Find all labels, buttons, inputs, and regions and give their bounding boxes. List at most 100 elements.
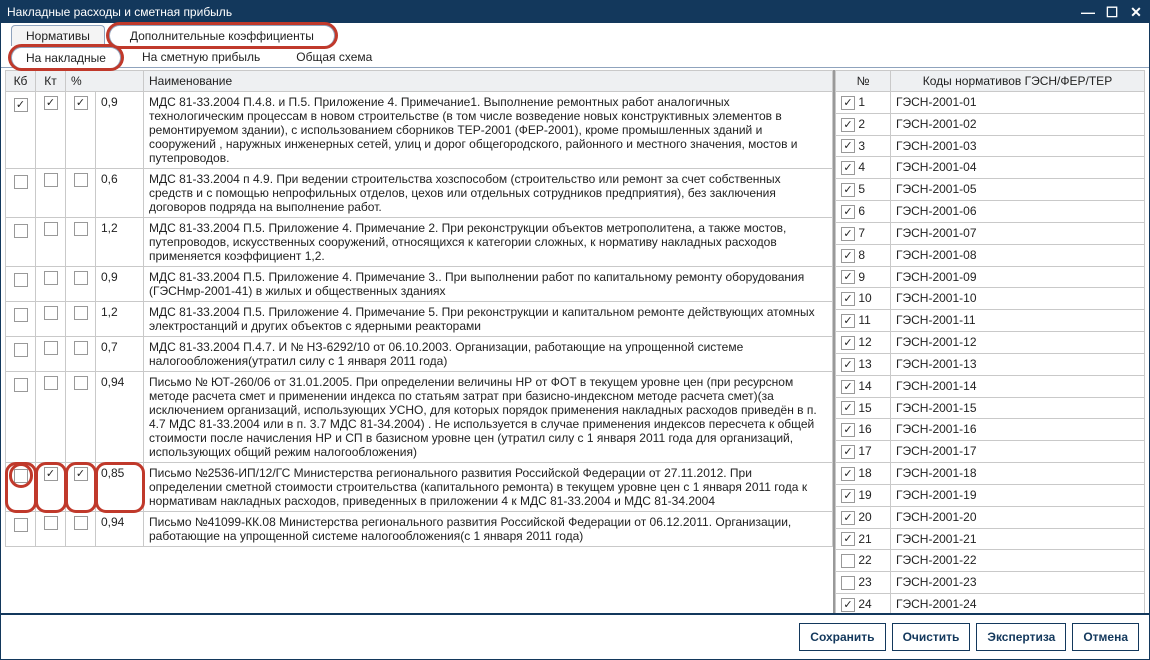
- clear-button[interactable]: Очистить: [892, 623, 971, 651]
- expertise-button[interactable]: Экспертиза: [976, 623, 1066, 651]
- kb-checkbox[interactable]: [14, 469, 28, 483]
- kb-checkbox[interactable]: [14, 224, 28, 238]
- code-row[interactable]: ✓ 17ГЭСН-2001-17: [836, 441, 1145, 463]
- code-checkbox[interactable]: ✓: [841, 249, 855, 263]
- code-row[interactable]: ✓ 14ГЭСН-2001-14: [836, 375, 1145, 397]
- kt-checkbox[interactable]: [44, 306, 58, 320]
- kt-checkbox[interactable]: [44, 516, 58, 530]
- coeff-row[interactable]: 1,2МДС 81-33.2004 П.5. Приложение 4. При…: [6, 302, 833, 337]
- pct-checkbox[interactable]: [74, 341, 88, 355]
- code-row[interactable]: ✓ 3ГЭСН-2001-03: [836, 135, 1145, 157]
- code-checkbox[interactable]: [841, 576, 855, 590]
- code-checkbox[interactable]: ✓: [841, 358, 855, 372]
- code-row[interactable]: ✓ 9ГЭСН-2001-09: [836, 266, 1145, 288]
- code-checkbox[interactable]: ✓: [841, 205, 855, 219]
- column-header-name[interactable]: Наименование: [144, 71, 833, 92]
- coeff-row[interactable]: ✓✓✓0,9МДС 81-33.2004 П.4.8. и П.5. Прило…: [6, 92, 833, 169]
- pct-checkbox[interactable]: [74, 376, 88, 390]
- coeff-row[interactable]: 1,2МДС 81-33.2004 П.5. Приложение 4. При…: [6, 218, 833, 267]
- pct-checkbox[interactable]: [74, 271, 88, 285]
- code-row[interactable]: ✓ 2ГЭСН-2001-02: [836, 113, 1145, 135]
- pct-checkbox[interactable]: ✓: [74, 96, 88, 110]
- column-header-percent[interactable]: %: [66, 71, 144, 92]
- code-checkbox[interactable]: ✓: [841, 467, 855, 481]
- code-checkbox[interactable]: ✓: [841, 292, 855, 306]
- column-header-kt[interactable]: Кт: [36, 71, 66, 92]
- code-checkbox[interactable]: ✓: [841, 380, 855, 394]
- code-checkbox[interactable]: ✓: [841, 401, 855, 415]
- kt-checkbox[interactable]: [44, 376, 58, 390]
- code-checkbox[interactable]: ✓: [841, 227, 855, 241]
- code-row[interactable]: ✓ 5ГЭСН-2001-05: [836, 179, 1145, 201]
- subtab-2[interactable]: Общая схема: [281, 46, 387, 67]
- code-checkbox[interactable]: ✓: [841, 511, 855, 525]
- cancel-button[interactable]: Отмена: [1072, 623, 1139, 651]
- coeff-row[interactable]: 0,7МДС 81-33.2004 П.4.7. И № НЗ-6292/10 …: [6, 337, 833, 372]
- tab-1[interactable]: Дополнительные коэффициенты: [109, 25, 335, 46]
- code-checkbox[interactable]: ✓: [841, 270, 855, 284]
- code-row[interactable]: ✓ 20ГЭСН-2001-20: [836, 506, 1145, 528]
- code-checkbox[interactable]: ✓: [841, 445, 855, 459]
- subtab-1[interactable]: На сметную прибыль: [127, 46, 275, 67]
- pct-checkbox[interactable]: [74, 173, 88, 187]
- coeff-row[interactable]: ✓✓0,85Письмо №2536-ИП/12/ГС Министерства…: [6, 463, 833, 512]
- code-checkbox[interactable]: ✓: [841, 489, 855, 503]
- kt-checkbox[interactable]: [44, 173, 58, 187]
- code-row[interactable]: ✓ 4ГЭСН-2001-04: [836, 157, 1145, 179]
- code-checkbox[interactable]: ✓: [841, 118, 855, 132]
- code-row[interactable]: ✓ 13ГЭСН-2001-13: [836, 353, 1145, 375]
- kb-checkbox[interactable]: ✓: [14, 98, 28, 112]
- coeff-row[interactable]: 0,9МДС 81-33.2004 П.5. Приложение 4. При…: [6, 267, 833, 302]
- kb-checkbox[interactable]: [14, 518, 28, 532]
- code-row[interactable]: ✓ 10ГЭСН-2001-10: [836, 288, 1145, 310]
- kb-checkbox[interactable]: [14, 343, 28, 357]
- kb-checkbox[interactable]: [14, 378, 28, 392]
- code-row[interactable]: ✓ 8ГЭСН-2001-08: [836, 244, 1145, 266]
- kt-checkbox[interactable]: ✓: [44, 96, 58, 110]
- code-checkbox[interactable]: ✓: [841, 336, 855, 350]
- subtab-0[interactable]: На накладные: [11, 47, 121, 68]
- kt-checkbox[interactable]: [44, 222, 58, 236]
- code-row[interactable]: ✓ 19ГЭСН-2001-19: [836, 484, 1145, 506]
- code-row[interactable]: ✓ 21ГЭСН-2001-21: [836, 528, 1145, 550]
- code-checkbox[interactable]: ✓: [841, 161, 855, 175]
- code-row[interactable]: 23ГЭСН-2001-23: [836, 572, 1145, 594]
- code-row[interactable]: ✓ 1ГЭСН-2001-01: [836, 92, 1145, 114]
- column-header-code[interactable]: Коды нормативов ГЭСН/ФЕР/ТЕР: [891, 71, 1145, 92]
- column-header-kb[interactable]: Кб: [6, 71, 36, 92]
- kb-checkbox[interactable]: [14, 308, 28, 322]
- save-button[interactable]: Сохранить: [799, 623, 885, 651]
- code-checkbox[interactable]: ✓: [841, 423, 855, 437]
- code-checkbox[interactable]: ✓: [841, 598, 855, 612]
- code-checkbox[interactable]: [841, 554, 855, 568]
- code-checkbox[interactable]: ✓: [841, 183, 855, 197]
- pct-checkbox[interactable]: ✓: [74, 467, 88, 481]
- code-row[interactable]: ✓ 24ГЭСН-2001-24: [836, 594, 1145, 613]
- code-row[interactable]: ✓ 11ГЭСН-2001-11: [836, 310, 1145, 332]
- code-row[interactable]: ✓ 16ГЭСН-2001-16: [836, 419, 1145, 441]
- coeff-row[interactable]: 0,6МДС 81-33.2004 п 4.9. При ведении стр…: [6, 169, 833, 218]
- code-row[interactable]: ✓ 15ГЭСН-2001-15: [836, 397, 1145, 419]
- code-row[interactable]: ✓ 18ГЭСН-2001-18: [836, 463, 1145, 485]
- coeff-row[interactable]: 0,94Письмо №41099-КК.08 Министерства рег…: [6, 512, 833, 547]
- code-checkbox[interactable]: ✓: [841, 96, 855, 110]
- kb-checkbox[interactable]: [14, 175, 28, 189]
- maximize-icon[interactable]: ☐: [1105, 5, 1119, 19]
- code-checkbox[interactable]: ✓: [841, 139, 855, 153]
- pct-checkbox[interactable]: [74, 516, 88, 530]
- tab-0[interactable]: Нормативы: [11, 25, 105, 46]
- code-row[interactable]: ✓ 6ГЭСН-2001-06: [836, 201, 1145, 223]
- minimize-icon[interactable]: —: [1081, 5, 1095, 19]
- kb-checkbox[interactable]: [14, 273, 28, 287]
- coeff-row[interactable]: 0,94Письмо № ЮТ-260/06 от 31.01.2005. Пр…: [6, 372, 833, 463]
- kt-checkbox[interactable]: [44, 341, 58, 355]
- code-row[interactable]: ✓ 12ГЭСН-2001-12: [836, 332, 1145, 354]
- kt-checkbox[interactable]: ✓: [44, 467, 58, 481]
- close-icon[interactable]: ✕: [1129, 5, 1143, 19]
- code-row[interactable]: ✓ 7ГЭСН-2001-07: [836, 222, 1145, 244]
- pct-checkbox[interactable]: [74, 222, 88, 236]
- code-row[interactable]: 22ГЭСН-2001-22: [836, 550, 1145, 572]
- kt-checkbox[interactable]: [44, 271, 58, 285]
- code-checkbox[interactable]: ✓: [841, 314, 855, 328]
- code-checkbox[interactable]: ✓: [841, 532, 855, 546]
